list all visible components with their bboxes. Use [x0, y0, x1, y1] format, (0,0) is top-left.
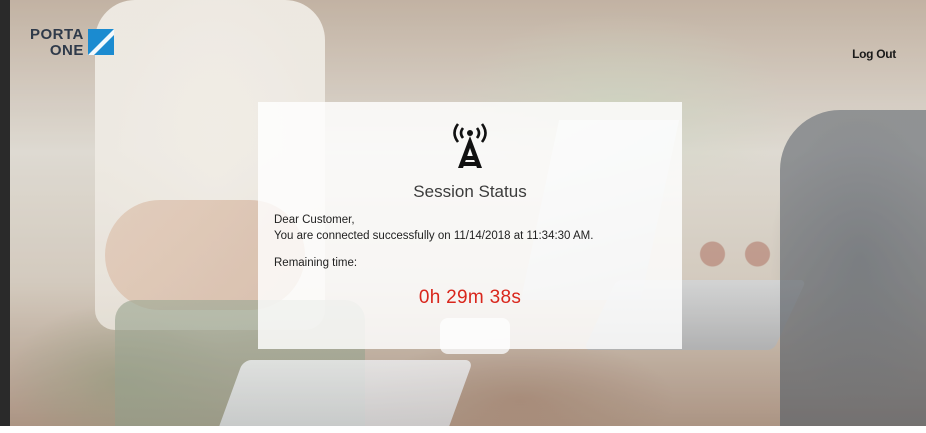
window-left-edge	[0, 0, 10, 433]
logo-text: PORTA ONE	[30, 27, 84, 59]
logo-line-porta: PORTA	[30, 26, 84, 43]
greeting-text: Dear Customer,	[274, 214, 355, 226]
remaining-time-label: Remaining time:	[274, 257, 358, 269]
radio-tower-icon	[453, 123, 487, 168]
portaone-logo: PORTA ONE	[30, 27, 114, 67]
session-status-card: Session Status Dear Customer, You are co…	[258, 102, 682, 349]
connection-message: Dear Customer, You are connected success…	[274, 212, 593, 244]
connected-text: You are connected successfully on 11/14/…	[274, 230, 594, 242]
window-bottom-edge	[0, 426, 926, 433]
remaining-time-countdown: 0h 29m 38s	[418, 287, 522, 308]
session-status-title: Session Status	[413, 182, 527, 201]
logo-check-icon	[87, 29, 114, 55]
logo-line-one: ONE	[49, 42, 84, 59]
logout-link[interactable]: Log Out	[852, 47, 896, 61]
